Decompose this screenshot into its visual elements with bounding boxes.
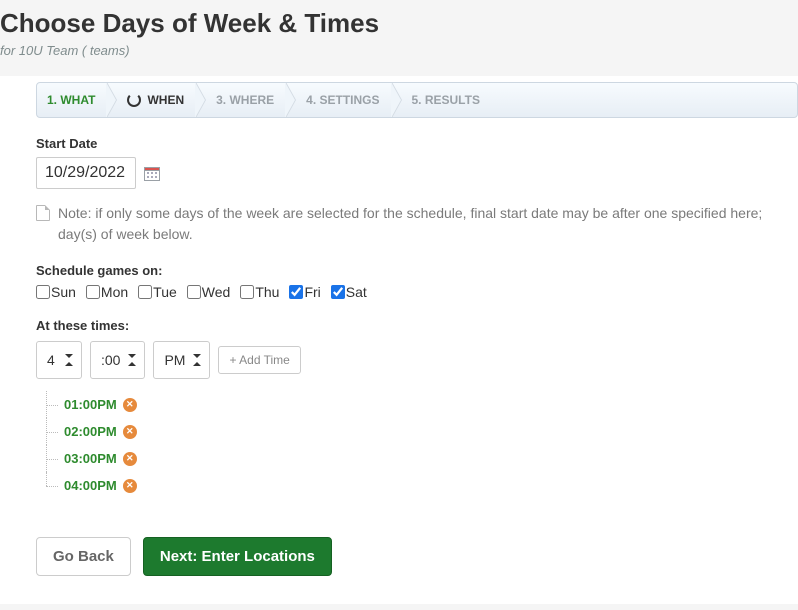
checkbox-sat[interactable] <box>331 285 345 299</box>
start-date-label: Start Date <box>36 136 798 151</box>
day-sun[interactable]: Sun <box>36 284 76 300</box>
wizard-steps: 1. WHAT WHEN 3. WHERE 4. SETTINGS 5. RES… <box>36 82 798 118</box>
spinner-icon <box>127 93 141 107</box>
step-when[interactable]: WHEN <box>117 83 196 117</box>
time-value: 02:00PM <box>64 424 117 439</box>
remove-time-icon[interactable] <box>123 425 137 439</box>
time-value: 04:00PM <box>64 478 117 493</box>
checkbox-mon[interactable] <box>86 285 100 299</box>
schedule-on-label: Schedule games on: <box>36 263 798 278</box>
remove-time-icon[interactable] <box>123 452 137 466</box>
time-value: 01:00PM <box>64 397 117 412</box>
add-time-button[interactable]: + Add Time <box>218 346 300 374</box>
note-text: Note: if only some days of the week are … <box>58 203 794 245</box>
page-title: Choose Days of Week & Times <box>0 8 798 39</box>
minute-select[interactable]: :00 <box>90 341 145 379</box>
remove-time-icon[interactable] <box>123 479 137 493</box>
chevron-icon <box>286 82 296 118</box>
chevron-icon <box>196 82 206 118</box>
time-entry: 03:00PM <box>46 445 798 472</box>
start-date-input[interactable] <box>36 157 136 189</box>
time-entry: 02:00PM <box>46 418 798 445</box>
checkbox-wed[interactable] <box>187 285 201 299</box>
step-when-label: WHEN <box>147 93 184 107</box>
next-button[interactable]: Next: Enter Locations <box>143 537 332 576</box>
times-label: At these times: <box>36 318 798 333</box>
checkbox-tue[interactable] <box>138 285 152 299</box>
time-value: 03:00PM <box>64 451 117 466</box>
day-fri[interactable]: Fri <box>289 284 320 300</box>
time-entry: 04:00PM <box>46 472 798 499</box>
step-settings[interactable]: 4. SETTINGS <box>296 83 391 117</box>
day-thu[interactable]: Thu <box>240 284 279 300</box>
chevron-icon <box>392 82 402 118</box>
main-panel: 1. WHAT WHEN 3. WHERE 4. SETTINGS 5. RES… <box>0 76 798 604</box>
step-results[interactable]: 5. RESULTS <box>402 83 492 117</box>
day-sat[interactable]: Sat <box>331 284 367 300</box>
step-what[interactable]: 1. WHAT <box>37 83 107 117</box>
calendar-icon[interactable] <box>144 165 160 181</box>
step-where[interactable]: 3. WHERE <box>206 83 286 117</box>
days-row: Sun Mon Tue Wed Thu Fri Sat <box>36 284 798 300</box>
chevron-icon <box>107 82 117 118</box>
day-mon[interactable]: Mon <box>86 284 128 300</box>
day-wed[interactable]: Wed <box>187 284 231 300</box>
checkbox-sun[interactable] <box>36 285 50 299</box>
time-entry: 01:00PM <box>46 391 798 418</box>
remove-time-icon[interactable] <box>123 398 137 412</box>
hour-select[interactable]: 4 <box>36 341 82 379</box>
checkbox-thu[interactable] <box>240 285 254 299</box>
times-list: 01:00PM 02:00PM 03:00PM 04:00PM <box>46 391 798 499</box>
day-tue[interactable]: Tue <box>138 284 177 300</box>
checkbox-fri[interactable] <box>289 285 303 299</box>
go-back-button[interactable]: Go Back <box>36 537 131 576</box>
document-icon <box>36 205 50 221</box>
ampm-select[interactable]: PM <box>153 341 210 379</box>
page-subtitle: for 10U Team ( teams) <box>0 43 798 58</box>
note-block: Note: if only some days of the week are … <box>36 203 798 245</box>
